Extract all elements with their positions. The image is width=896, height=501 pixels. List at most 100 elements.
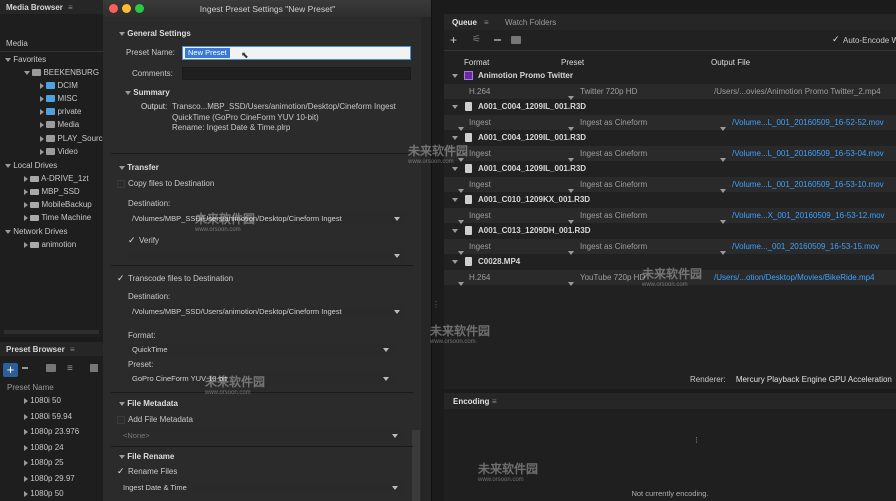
general-settings-section[interactable]: General Settings: [119, 28, 191, 40]
rename-files-checkbox[interactable]: Rename Files: [117, 465, 177, 478]
favorite-item[interactable]: private: [40, 106, 81, 118]
queue-format: Ingest: [469, 211, 491, 220]
comments-input[interactable]: [182, 67, 411, 80]
transfer-section[interactable]: Transfer: [119, 162, 159, 174]
format-column-header[interactable]: Format: [464, 58, 489, 67]
horizontal-scrollbar[interactable]: [4, 330, 99, 334]
chevron-right-icon: [40, 121, 44, 128]
local-drives-group[interactable]: Local Drives: [5, 160, 57, 172]
preset-item[interactable]: 1080i 59.94: [24, 411, 72, 423]
settings-icon[interactable]: ≡: [67, 363, 73, 374]
queue-output-link[interactable]: /Volume...L_001_20160509_16-53-04.mov: [732, 146, 884, 161]
queue-source-row[interactable]: Animotion Promo Twitter: [444, 68, 896, 83]
preset-browser-title[interactable]: Preset Browser: [6, 345, 65, 354]
queue-output-link[interactable]: /Volume...L_001_20160509_16-53-10.mov: [732, 177, 884, 192]
favorite-item[interactable]: MISC: [40, 93, 77, 105]
remove-preset-button[interactable]: [22, 367, 28, 369]
menu-icon[interactable]: ≡: [492, 397, 497, 406]
queue-output-row[interactable]: Ingest Ingest as Cineform/Volume...L_001_…: [444, 146, 896, 162]
menu-icon[interactable]: ≡: [70, 345, 75, 354]
drive-item[interactable]: MobileBackup: [24, 199, 92, 211]
queue-preset: Ingest as Cineform: [580, 211, 648, 220]
metadata-dropdown[interactable]: <None>: [119, 430, 403, 442]
menu-icon[interactable]: ≡: [484, 18, 489, 27]
verify-checkbox[interactable]: Verify: [128, 234, 159, 247]
chevron-down-icon: [568, 281, 574, 286]
network-drives-group[interactable]: Network Drives: [5, 226, 67, 238]
drive-item[interactable]: A-DRIVE_1zt: [24, 173, 89, 185]
chevron-down-icon: [452, 104, 458, 109]
file-rename-section[interactable]: File Rename: [119, 451, 174, 463]
favorite-item[interactable]: Media: [40, 119, 79, 131]
preset-name-value: New Preset: [185, 48, 230, 58]
favorite-item[interactable]: Video: [40, 146, 78, 158]
queue-output-link[interactable]: /Volume...L_001_20160509_16-52-52.mov: [732, 115, 884, 130]
chevron-right-icon: [24, 475, 28, 482]
queue-preset: YouTube 720p HD: [580, 273, 646, 282]
transfer-label: Transfer: [127, 163, 159, 172]
add-file-metadata-checkbox[interactable]: Add File Metadata: [117, 414, 193, 426]
duplicate-icon[interactable]: [511, 36, 521, 44]
copy-files-checkbox[interactable]: Copy files to Destination: [117, 178, 214, 190]
queue-source-name: A001_C004_1209IL_001.R3D: [478, 164, 587, 173]
favorite-item[interactable]: DCIM: [40, 80, 78, 92]
queue-preset: Ingest as Cineform: [580, 118, 648, 127]
queue-output-row[interactable]: Ingest Ingest as Cineform/Volume...L_001_…: [444, 177, 896, 193]
chevron-right-icon: [40, 135, 44, 142]
add-source-button[interactable]: +: [450, 34, 457, 46]
summary-section[interactable]: Summary: [125, 87, 170, 99]
preset-item[interactable]: 1080i 50: [24, 395, 61, 407]
favorite-item[interactable]: BEEKENBURG: [24, 67, 99, 79]
tab-watch-folders[interactable]: Watch Folders: [505, 18, 556, 27]
queue-output-row[interactable]: Ingest Ingest as Cineform/Volume..._001_2…: [444, 239, 896, 255]
queue-output-link[interactable]: /Volume..._001_20160509_16-53-15.mov: [732, 239, 879, 254]
remove-button[interactable]: [494, 39, 501, 41]
vertical-scrollbar[interactable]: [412, 430, 420, 501]
preset-item[interactable]: 1080p 23.976: [24, 426, 79, 438]
group-icon[interactable]: [46, 364, 56, 372]
settings-icon[interactable]: ⚟: [472, 34, 481, 46]
destination-dropdown[interactable]: /Volumes/MBP_SSD/Users/animotion/Desktop…: [128, 213, 405, 225]
encoding-title[interactable]: Encoding: [453, 397, 489, 406]
favorite-item[interactable]: PLAY_Source: [40, 133, 103, 145]
queue-output-link[interactable]: /Users/...otion/Desktop/Movies/BikeRide.…: [714, 270, 875, 285]
network-item[interactable]: animotion: [24, 239, 76, 251]
drive-item[interactable]: MBP_SSD: [24, 186, 80, 198]
queue-output-row[interactable]: Ingest Ingest as Cineform/Volume...X_001_…: [444, 208, 896, 224]
preset-column-header[interactable]: Preset: [561, 58, 584, 67]
favorites-group[interactable]: Favorites: [5, 54, 46, 66]
queue-source-row[interactable]: A001_C010_1209KX_001.R3D: [444, 192, 896, 207]
queue-source-row[interactable]: A001_C004_1209IL_001.R3D: [444, 161, 896, 176]
destination2-dropdown[interactable]: /Volumes/MBP_SSD/Users/animotion/Desktop…: [128, 306, 405, 318]
import-icon[interactable]: [90, 364, 98, 372]
preset-item[interactable]: 1080p 50: [24, 488, 64, 500]
queue-output-row[interactable]: Ingest Ingest as Cineform/Volume...L_001_…: [444, 115, 896, 131]
media-browser-title[interactable]: Media Browser: [6, 3, 63, 12]
auto-encode-checkbox[interactable]: Auto-Encode W: [832, 34, 896, 45]
file-metadata-section[interactable]: File Metadata: [119, 398, 178, 410]
preset-name-input[interactable]: New Preset ⬉: [182, 46, 411, 60]
preset-name-column[interactable]: Preset Name: [7, 382, 54, 394]
tab-queue[interactable]: Queue: [452, 18, 477, 27]
drive-item[interactable]: Time Machine: [24, 212, 91, 224]
transcode-files-checkbox[interactable]: Transcode files to Destination: [117, 272, 233, 285]
output-column-header[interactable]: Output File: [711, 58, 750, 67]
verify-dropdown[interactable]: [128, 250, 405, 262]
queue-source-row[interactable]: A001_C004_1209IL_001.R3D: [444, 99, 896, 114]
rename-dropdown[interactable]: Ingest Date & Time: [119, 482, 403, 494]
format-dropdown[interactable]: QuickTime: [128, 344, 394, 356]
preset-item[interactable]: 1080p 24: [24, 442, 64, 454]
preset-item[interactable]: 1080p 29.97: [24, 473, 75, 485]
queue-source-row[interactable]: A001_C013_1209DH_001.R3D: [444, 223, 896, 238]
menu-icon[interactable]: ≡: [68, 3, 73, 12]
watermark-text: 未来软件园: [205, 375, 266, 389]
preset-item[interactable]: 1080p 25: [24, 457, 64, 469]
panel-splitter[interactable]: ⋮: [432, 0, 444, 501]
queue-source-row[interactable]: A001_C004_1209IL_001.R3D: [444, 130, 896, 145]
renderer-dropdown[interactable]: Mercury Playback Engine GPU Acceleration: [736, 375, 892, 384]
queue-output-link[interactable]: /Volume...X_001_20160509_16-53-12.mov: [732, 208, 885, 223]
media-dropdown[interactable]: Media: [6, 38, 101, 50]
add-preset-button[interactable]: +: [3, 363, 18, 377]
copy-files-label: Copy files to Destination: [128, 179, 215, 188]
queue-output-row[interactable]: H.264 Twitter 720p HD/Users/...ovies/Anim…: [444, 84, 896, 100]
